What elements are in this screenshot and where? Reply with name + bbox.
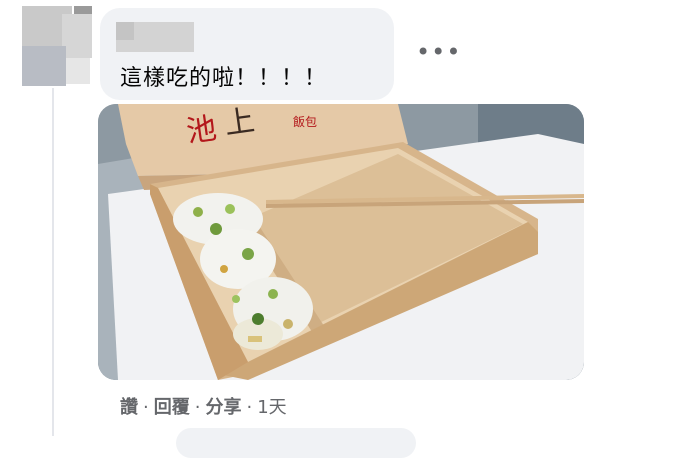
reply-link[interactable]: 回覆 — [154, 397, 190, 418]
share-link[interactable]: 分享 — [205, 397, 241, 418]
lid-print: 池 — [184, 111, 219, 150]
more-options-icon[interactable]: ••• — [416, 40, 461, 64]
action-separator: · — [246, 397, 253, 418]
comment-actions: 讚 · 回覆 · 分享 · 1天 — [120, 393, 287, 419]
timestamp-link[interactable]: 1天 — [257, 397, 286, 418]
commenter-avatar[interactable] — [22, 6, 92, 86]
thread-line — [52, 88, 54, 436]
action-separator: · — [143, 397, 149, 418]
comment-text: 這樣吃的啦！！！！ — [120, 66, 328, 91]
comment-bubble: 這樣吃的啦！！！！ — [100, 8, 394, 100]
next-comment-bubble — [176, 428, 416, 458]
like-link[interactable]: 讚 — [120, 397, 138, 418]
comment-photo[interactable]: 池 上 飯包 — [98, 104, 584, 380]
svg-text:飯包: 飯包 — [293, 114, 317, 129]
svg-text:上: 上 — [222, 104, 257, 142]
bento-box-illustration: 池 上 飯包 — [98, 104, 584, 380]
commenter-name-redacted[interactable] — [116, 22, 194, 52]
action-separator: · — [194, 397, 201, 418]
